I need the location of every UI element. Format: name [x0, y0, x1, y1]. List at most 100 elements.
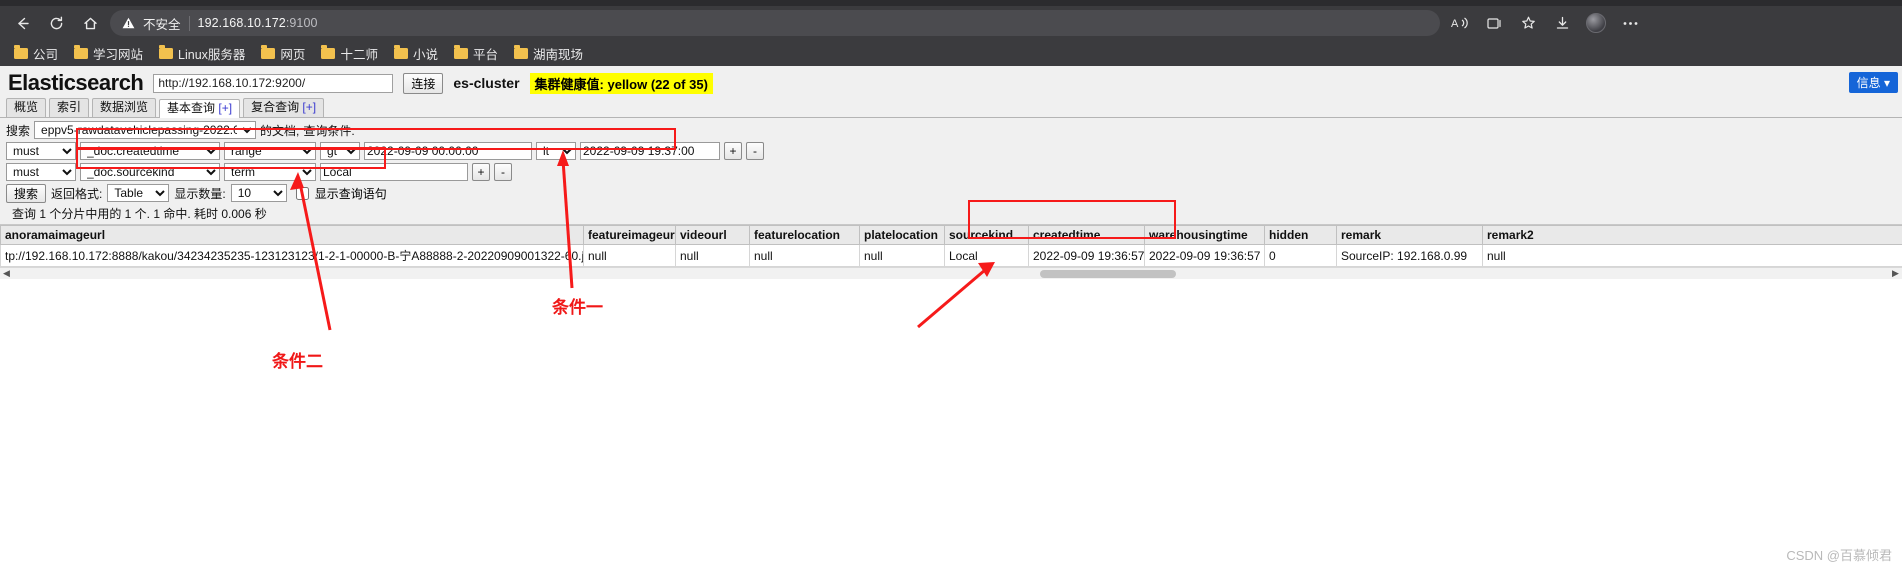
tab-data-browse[interactable]: 数据浏览 — [92, 98, 157, 117]
add-condition-button-2[interactable]: + — [472, 163, 490, 181]
downloads-icon[interactable] — [1548, 9, 1576, 37]
column-header-featurelocation[interactable]: featurelocation — [749, 225, 860, 245]
cell-platelocation: null — [859, 244, 945, 267]
bookmark-item[interactable]: 湖南现场 — [508, 42, 589, 65]
return-format-select[interactable]: Table — [107, 184, 170, 202]
info-button[interactable]: 信息 ▾ — [1848, 72, 1898, 93]
column-header-hidden[interactable]: hidden — [1264, 225, 1337, 245]
bookmark-item[interactable]: Linux服务器 — [153, 42, 251, 65]
cell-createdtime: 2022-09-09 19:36:57 — [1028, 244, 1145, 267]
bookmark-item[interactable]: 平台 — [448, 42, 504, 65]
bookmark-item[interactable]: 网页 — [255, 42, 311, 65]
remove-condition-button-1[interactable]: - — [746, 142, 764, 160]
show-query-toggle[interactable]: 显示查询语句 — [292, 184, 387, 203]
column-header-sourcekind[interactable]: sourcekind — [944, 225, 1029, 245]
folder-icon — [453, 44, 468, 59]
column-header-createdtime[interactable]: createdtime — [1028, 225, 1145, 245]
horizontal-scrollbar[interactable]: ◀ ▶ — [0, 267, 1902, 279]
security-status-label: 不安全 — [143, 17, 181, 32]
bookmark-item[interactable]: 公司 — [8, 42, 64, 65]
cluster-name-label: es-cluster — [453, 75, 520, 91]
bookmarks-bar: 公司 学习网站 Linux服务器 网页 十二师 小说 平台 湖南现场 — [0, 40, 1902, 66]
tab-basic-query[interactable]: 基本查询 [+] — [159, 99, 241, 118]
column-header-featureimageurl[interactable]: featureimageurl — [583, 225, 676, 245]
address-bar[interactable]: 不安全 192.168.10.172:9100 — [110, 10, 1440, 36]
omnibox-divider — [188, 15, 190, 31]
tab-indices[interactable]: 索引 — [49, 98, 90, 117]
bookmark-item[interactable]: 小说 — [388, 42, 444, 65]
range-operator-lower-select[interactable]: gt — [320, 142, 360, 160]
app-logo: Elasticsearch — [8, 70, 144, 95]
bookmark-label: 十二师 — [340, 47, 378, 62]
bool-operator-select-1[interactable]: must — [6, 142, 76, 160]
scroll-left-arrow-icon[interactable]: ◀ — [0, 268, 13, 279]
bool-operator-select-2[interactable]: must — [6, 163, 76, 181]
results-table: anoramaimageurl featureimageurl videourl… — [0, 225, 1902, 267]
bookmark-label: 平台 — [472, 47, 498, 62]
cluster-url-input[interactable] — [153, 73, 394, 93]
show-query-checkbox[interactable] — [295, 186, 309, 200]
browser-navigation-bar: 不安全 192.168.10.172:9100 A — [0, 6, 1902, 40]
app-tabs: 概览 索引 数据浏览 基本查询 [+] 复合查询 [+] — [0, 98, 1902, 118]
favorites-icon[interactable] — [1514, 9, 1542, 37]
folder-icon — [159, 44, 174, 59]
read-aloud-icon[interactable]: A — [1446, 9, 1474, 37]
chevron-down-icon: ▾ — [1883, 76, 1890, 90]
field-select-2[interactable]: _doc.sourcekind — [80, 163, 220, 181]
collections-icon[interactable] — [1480, 9, 1508, 37]
url-text: 192.168.10.172:9100 — [197, 16, 318, 30]
bookmark-label: 小说 — [412, 47, 438, 62]
display-count-select[interactable]: 10 — [230, 184, 287, 202]
cluster-health-badge: 集群健康值: yellow (22 of 35) — [529, 72, 713, 94]
reload-icon[interactable] — [42, 9, 70, 37]
add-condition-button-1[interactable]: + — [724, 142, 742, 160]
more-options-icon[interactable] — [1616, 9, 1644, 37]
index-select[interactable]: eppv5-rawdatavehiclepassing-2022.09.09 (… — [34, 121, 257, 139]
home-icon[interactable] — [76, 9, 104, 37]
scroll-right-arrow-icon[interactable]: ▶ — [1889, 268, 1902, 279]
field-select-1[interactable]: _doc.createdtime — [80, 142, 220, 160]
column-header-anoramaimageurl[interactable]: anoramaimageurl — [0, 225, 584, 245]
search-action-row: 搜索 返回格式: Table 显示数量: 10 显示查询语句 — [6, 183, 1896, 203]
column-header-warehousingtime[interactable]: warehousingtime — [1144, 225, 1265, 245]
result-summary-text: 查询 1 个分片中用的 1 个. 1 命中. 耗时 0.006 秒 — [12, 207, 267, 221]
bookmark-label: 学习网站 — [93, 47, 144, 62]
term-value-input[interactable] — [320, 163, 468, 181]
bookmark-label: 网页 — [280, 47, 306, 62]
tab-plus-icon: [+] — [218, 101, 233, 115]
info-button-label: 信息 — [1856, 76, 1881, 90]
browser-toolbar-right: A — [1446, 9, 1644, 37]
column-header-videourl[interactable]: videourl — [675, 225, 750, 245]
tab-label: 复合查询 — [251, 100, 303, 114]
column-header-platelocation[interactable]: platelocation — [859, 225, 945, 245]
query-type-select-2[interactable]: term — [224, 163, 316, 181]
tab-composite-query[interactable]: 复合查询 [+] — [243, 98, 325, 117]
profile-avatar-icon[interactable] — [1582, 9, 1610, 37]
bookmark-item[interactable]: 学习网站 — [68, 42, 149, 65]
annotation-label-condition-one: 条件一 — [552, 298, 603, 317]
column-header-remark2[interactable]: remark2 — [1482, 225, 1902, 245]
table-row[interactable]: tp://192.168.10.172:8888/kakou/342342352… — [0, 244, 1902, 267]
search-button[interactable]: 搜索 — [6, 183, 47, 203]
display-count-label: 显示数量: — [174, 186, 226, 201]
table-header-row: anoramaimageurl featureimageurl videourl… — [0, 225, 1902, 245]
remove-condition-button-2[interactable]: - — [494, 163, 512, 181]
connect-button[interactable]: 连接 — [403, 72, 444, 94]
cell-hidden: 0 — [1264, 244, 1337, 267]
cell-featurelocation: null — [749, 244, 860, 267]
folder-icon — [74, 44, 89, 59]
folder-icon — [393, 44, 408, 59]
range-upper-value-input[interactable] — [580, 142, 720, 160]
query-conditions-label: 查询条件: — [303, 123, 355, 138]
bookmark-label: Linux服务器 — [178, 47, 246, 62]
range-lower-value-input[interactable] — [364, 142, 532, 160]
query-type-select-1[interactable]: range — [224, 142, 316, 160]
cell-remark: SourceIP: 192.168.0.99 — [1336, 244, 1483, 267]
bookmark-item[interactable]: 十二师 — [315, 42, 384, 65]
range-operator-upper-select[interactable]: lt — [536, 142, 576, 160]
folder-icon — [14, 44, 28, 59]
column-header-remark[interactable]: remark — [1336, 225, 1483, 245]
scrollbar-thumb[interactable] — [1040, 270, 1176, 278]
back-arrow-icon[interactable] — [8, 9, 36, 37]
tab-overview[interactable]: 概览 — [6, 98, 47, 117]
